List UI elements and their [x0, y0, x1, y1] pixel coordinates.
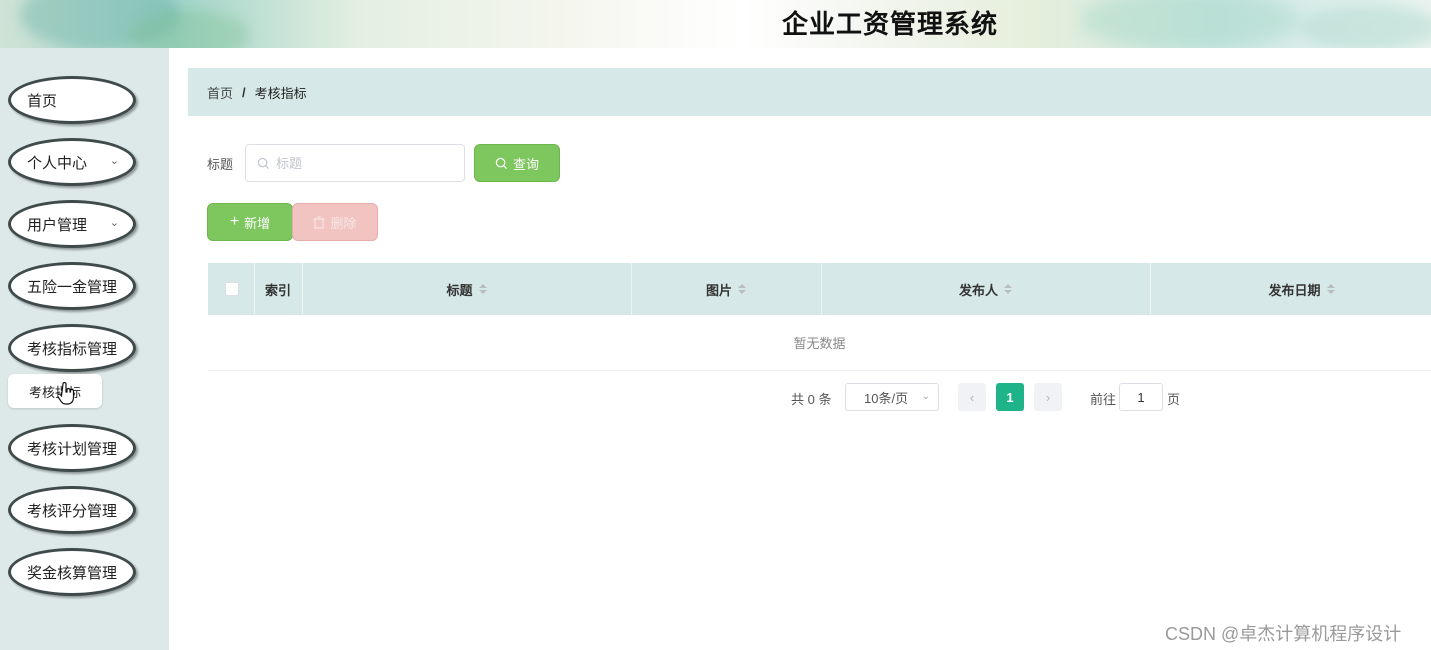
- page-number-current[interactable]: 1: [996, 383, 1024, 411]
- pagination-total: 共 0 条: [791, 392, 832, 407]
- chevron-down-icon: ⌄: [921, 391, 930, 402]
- sidebar-item-user-management[interactable]: 用户管理 ⌄: [8, 200, 136, 248]
- column-header-index: 索引: [254, 263, 302, 315]
- column-header-publisher[interactable]: 发布人: [821, 263, 1150, 315]
- sidebar-item-label: 用户管理: [27, 216, 88, 234]
- sidebar-item-label: 个人中心: [27, 154, 88, 172]
- chevron-down-icon: ⌄: [109, 155, 119, 167]
- sort-icon[interactable]: [738, 284, 746, 294]
- sidebar-item-home[interactable]: 首页: [8, 76, 136, 124]
- sidebar-item-label: 奖金核算管理: [27, 564, 118, 582]
- next-page-button[interactable]: ›: [1034, 383, 1062, 411]
- sidebar-item-assessment-plan[interactable]: 考核计划管理: [8, 424, 136, 472]
- sidebar-item-label: 五险一金管理: [27, 278, 118, 296]
- hand-pointer-icon: [58, 382, 75, 405]
- search-label: 标题: [207, 157, 234, 172]
- column-header-publish-date[interactable]: 发布日期: [1150, 263, 1431, 315]
- prev-page-button[interactable]: ‹: [958, 383, 986, 411]
- sidebar-subitem-assessment-index[interactable]: 考核指标: [8, 374, 102, 408]
- breadcrumb-current: 考核指标: [254, 85, 307, 101]
- goto-label: 前往: [1090, 392, 1117, 407]
- empty-text: 暂无数据: [793, 336, 846, 351]
- sidebar-item-label: 考核指标管理: [27, 340, 118, 358]
- sidebar-item-label: 首页: [27, 92, 58, 110]
- column-header-title[interactable]: 标题: [302, 263, 631, 315]
- sidebar-item-label: 考核评分管理: [27, 502, 118, 520]
- page-size-value: 10条/页: [864, 390, 909, 406]
- sort-icon[interactable]: [478, 284, 487, 294]
- watermark: CSDN @卓杰计算机程序设计: [1165, 624, 1402, 644]
- column-header-label: 发布日期: [1268, 282, 1321, 298]
- delete-button[interactable]: 删除: [292, 203, 378, 241]
- breadcrumb-separator: /: [242, 84, 246, 100]
- sidebar: 首页 个人中心 ⌄ 用户管理 ⌄ 五险一金管理 考核指标管理 考核指标 考核计划…: [0, 48, 169, 650]
- column-header-label: 发布人: [958, 282, 998, 298]
- app-header: 企业工资管理系统: [0, 0, 1431, 48]
- delete-button-label: 删除: [330, 215, 357, 231]
- add-button[interactable]: + 新增: [207, 203, 293, 241]
- sidebar-item-personal-center[interactable]: 个人中心 ⌄: [8, 138, 136, 186]
- app-title: 企业工资管理系统: [781, 10, 998, 40]
- column-header-label: 标题: [446, 282, 473, 298]
- sort-icon[interactable]: [1326, 284, 1335, 294]
- sidebar-item-insurance[interactable]: 五险一金管理: [8, 262, 136, 310]
- plus-icon: +: [229, 213, 240, 230]
- sidebar-item-assessment-score[interactable]: 考核评分管理: [8, 486, 136, 534]
- table-empty-row: 暂无数据: [208, 315, 1431, 371]
- column-header-label: 索引: [264, 282, 291, 298]
- table-header: 索引 标题 图片 发布人 发布日期: [208, 263, 1431, 315]
- select-all-checkbox[interactable]: [225, 282, 239, 296]
- search-input-wrapper[interactable]: [245, 144, 465, 182]
- search-input[interactable]: [276, 155, 456, 171]
- column-header-label: 图片: [705, 282, 732, 298]
- query-button-label: 查询: [512, 156, 539, 172]
- sidebar-item-bonus[interactable]: 奖金核算管理: [8, 548, 136, 596]
- sort-icon[interactable]: [1004, 284, 1012, 294]
- page-size-select[interactable]: 10条/页 ⌄: [845, 383, 939, 411]
- sidebar-item-label: 考核计划管理: [27, 440, 118, 458]
- breadcrumb: 首页 / 考核指标: [188, 68, 1431, 116]
- search-icon: [495, 157, 508, 169]
- goto-page-input[interactable]: 1: [1119, 383, 1163, 411]
- trash-icon: [313, 215, 325, 229]
- chevron-right-icon: ›: [1045, 389, 1051, 405]
- sidebar-item-assessment-index[interactable]: 考核指标管理: [8, 324, 136, 372]
- chevron-left-icon: ‹: [969, 389, 975, 405]
- chevron-down-icon: ⌄: [109, 217, 119, 229]
- breadcrumb-home[interactable]: 首页: [207, 83, 233, 102]
- add-button-label: 新增: [244, 215, 271, 231]
- column-header-image[interactable]: 图片: [631, 263, 821, 315]
- page-suffix: 页: [1167, 392, 1181, 407]
- search-icon: [257, 157, 270, 169]
- query-button[interactable]: 查询: [474, 144, 560, 182]
